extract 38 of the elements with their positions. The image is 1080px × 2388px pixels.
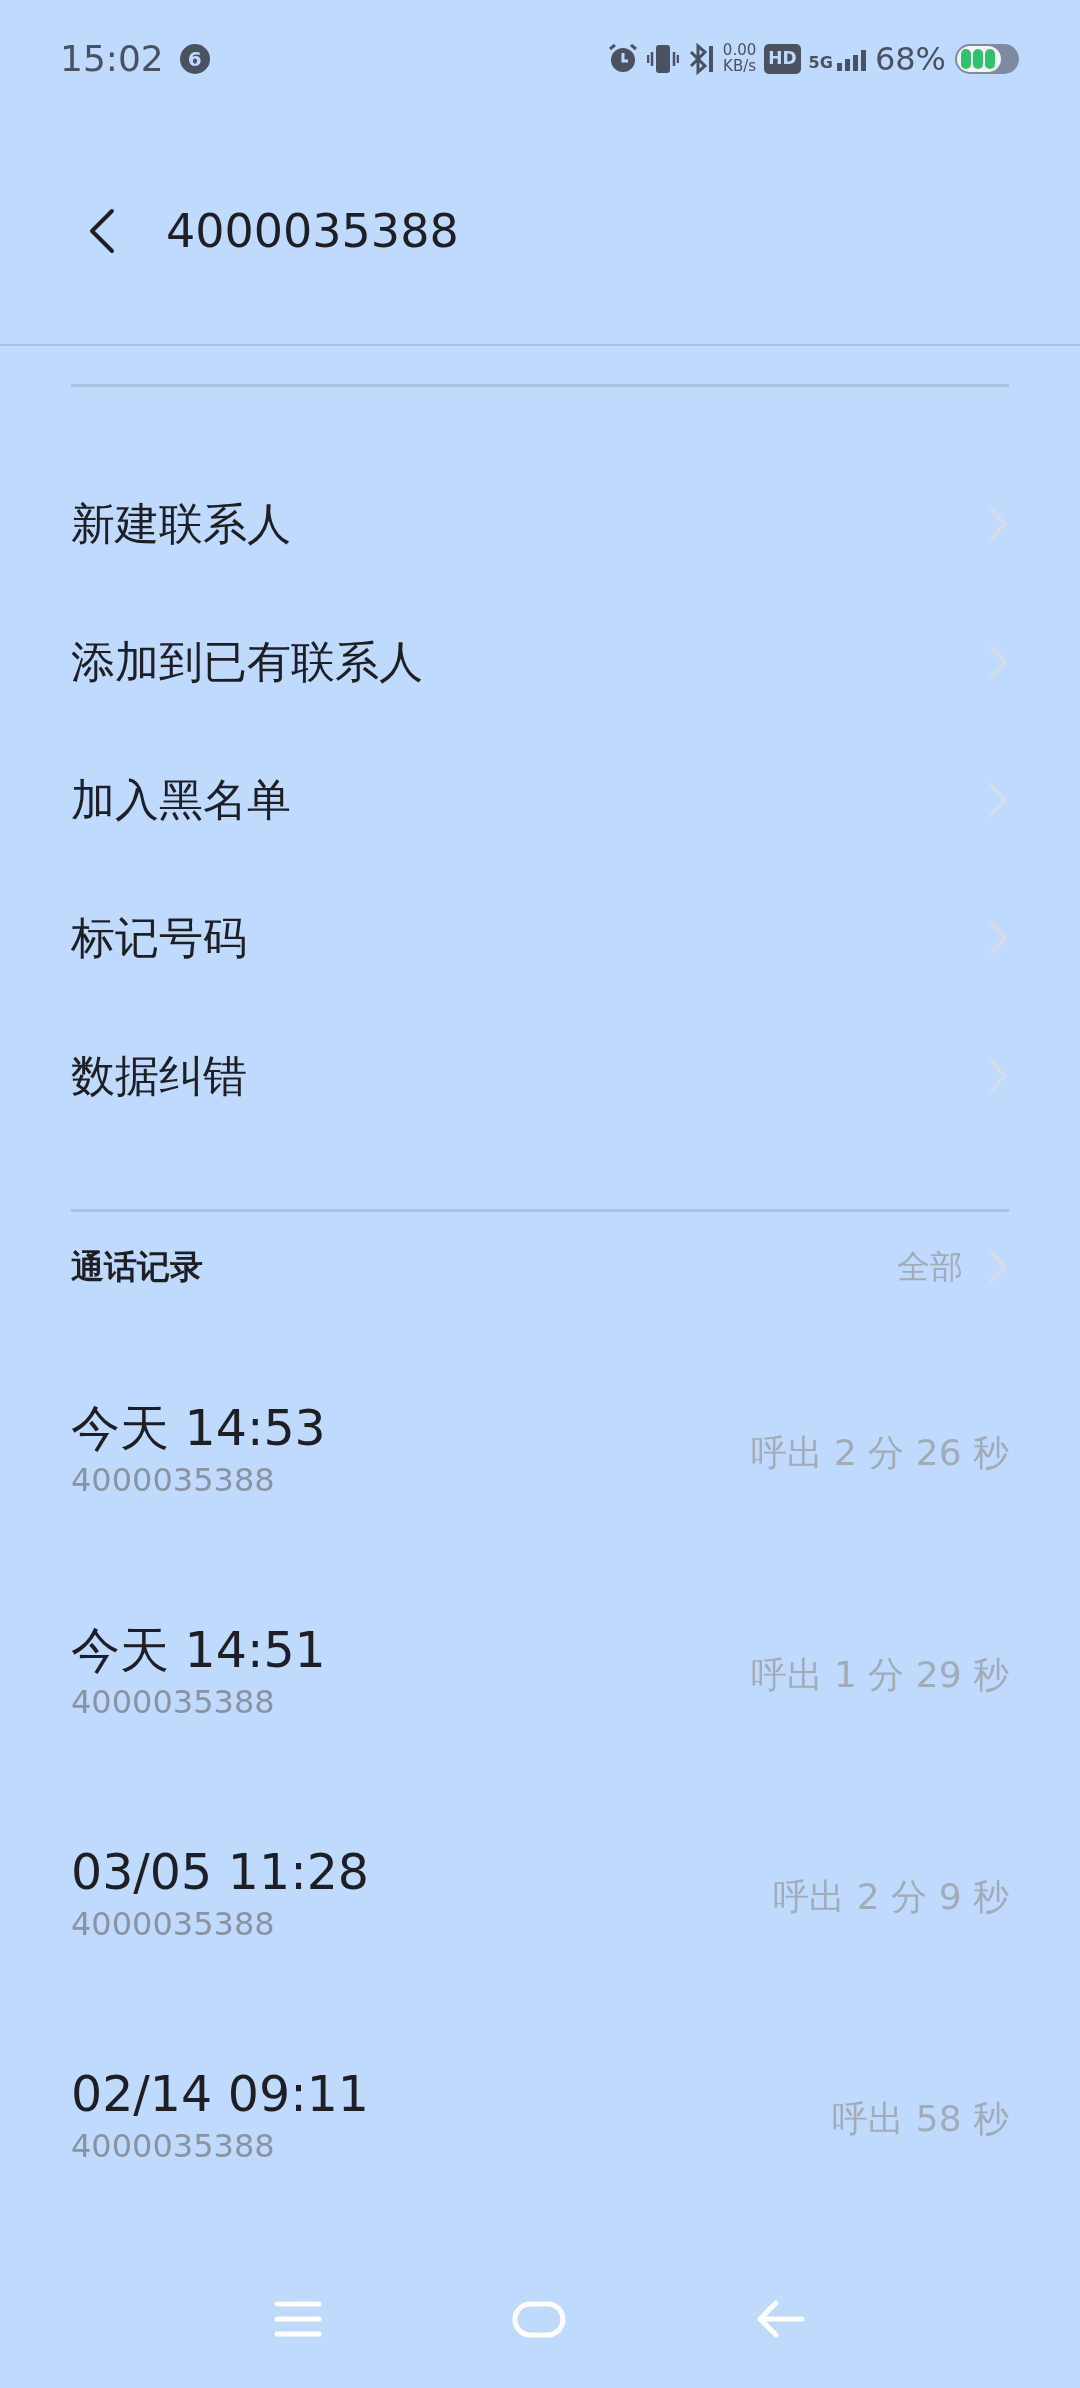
menu-item[interactable]: 新建联系人 (0, 455, 1080, 593)
battery-icon (954, 43, 1020, 75)
home-icon[interactable] (512, 2300, 566, 2338)
call-time: 今天 14:51 (71, 1624, 326, 1678)
call-time: 02/14 09:11 (71, 2068, 369, 2122)
call-number: 4000035388 (71, 1681, 276, 1723)
hd-badge: HD (764, 44, 801, 74)
call-duration: 呼出 2 分 26 秒 (750, 1431, 1009, 1475)
menu-item[interactable]: 标记号码 (0, 869, 1080, 1007)
section-title: 通话记录 (71, 1246, 203, 1289)
notification-count: 6 (179, 44, 210, 74)
signal-icon (836, 47, 867, 71)
vibrate-icon (646, 43, 679, 75)
menu-item[interactable]: 数据纠错 (0, 1007, 1080, 1145)
menu-item[interactable]: 加入黑名单 (0, 731, 1080, 869)
battery-percent: 68% (874, 39, 946, 80)
menu-item[interactable]: 添加到已有联系人 (0, 593, 1080, 731)
call-number: 4000035388 (71, 1903, 276, 1945)
call-time: 03/05 11:28 (71, 1846, 369, 1900)
back-arrow-icon[interactable] (756, 2299, 806, 2339)
call-duration: 呼出 1 分 29 秒 (750, 1653, 1009, 1697)
net-speed: 0.00 (722, 43, 757, 59)
contact-number-title: 4000035388 (166, 202, 459, 260)
menu-icon[interactable] (274, 2301, 322, 2337)
network-type: 5G (808, 55, 833, 71)
menu-item-label: 新建联系人 (71, 497, 291, 551)
net-unit: KB/s (722, 59, 757, 75)
menu-item-label: 加入黑名单 (71, 773, 291, 827)
call-number: 4000035388 (71, 1459, 276, 1501)
call-time: 今天 14:53 (71, 1402, 326, 1456)
menu-item-label: 添加到已有联系人 (71, 635, 423, 689)
status-time: 15:02 (60, 37, 164, 81)
menu-item-label: 标记号码 (71, 911, 247, 965)
menu-item-label: 数据纠错 (71, 1049, 247, 1103)
call-number: 4000035388 (71, 2125, 276, 2167)
call-duration: 呼出 2 分 9 秒 (773, 1875, 1009, 1919)
call-duration: 呼出 58 秒 (832, 2097, 1009, 2141)
alarm-icon (606, 43, 639, 75)
